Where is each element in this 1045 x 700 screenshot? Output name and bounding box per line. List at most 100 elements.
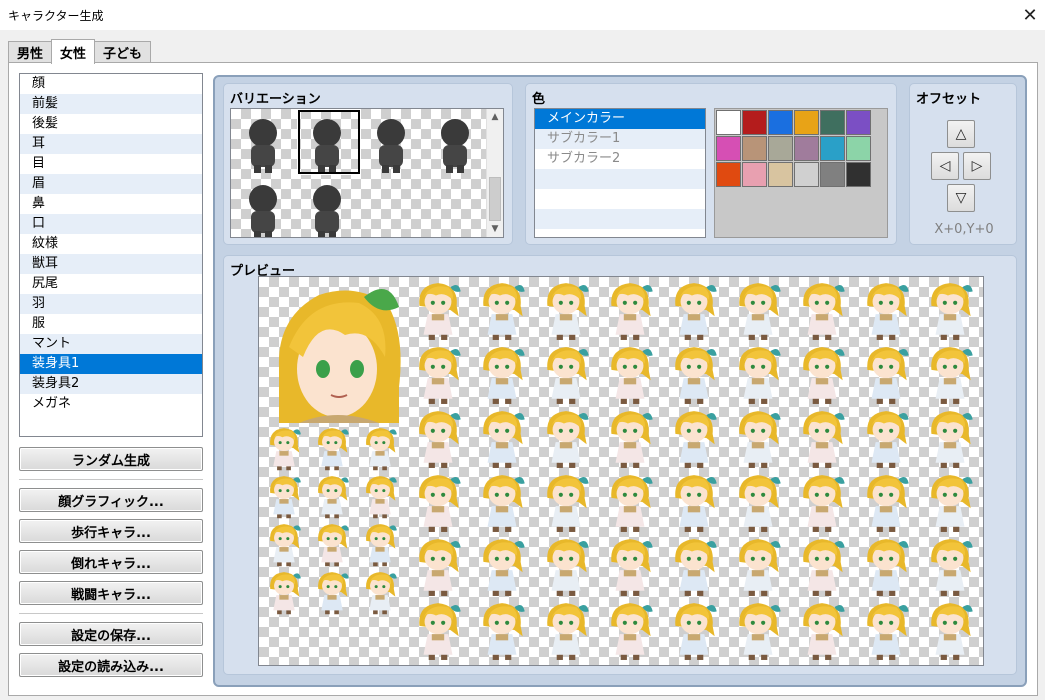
parts-item[interactable]: 顔 [20, 74, 202, 94]
tab-male[interactable]: 男性 [8, 41, 53, 63]
silhouette-icon [377, 119, 405, 173]
color-target-list[interactable]: メインカラー サブカラー1 サブカラー2 [534, 108, 706, 238]
silhouette-icon [249, 119, 277, 173]
variation-item[interactable] [231, 109, 295, 173]
down-character-button[interactable]: 倒れキャラ... [19, 550, 203, 574]
tab-female[interactable]: 女性 [51, 39, 96, 64]
character-sprite [867, 347, 909, 404]
color-swatch[interactable] [820, 136, 845, 161]
parts-item[interactable]: 前髪 [20, 94, 202, 114]
parts-list[interactable]: 顔前髪 後髪耳目眉鼻口紋様 獣耳 尻尾羽服マント 装身具1 装身具2 メガネ [19, 73, 203, 437]
color-swatch[interactable] [846, 162, 871, 187]
color-swatch[interactable] [742, 136, 767, 161]
offset-down-button[interactable]: ▽ [947, 184, 975, 212]
parts-item[interactable]: マント [20, 334, 202, 354]
face-graphic-button[interactable]: 顔グラフィック... [19, 488, 203, 512]
character-sprite [675, 283, 717, 340]
offset-group: オフセット △ ◁ ▷ ▽ X+0,Y+0 [909, 83, 1017, 245]
character-sprite [803, 603, 845, 660]
character-sprite [675, 539, 717, 596]
save-settings-button[interactable]: 設定の保存... [19, 622, 203, 646]
battle-character-button[interactable]: 戦闘キャラ... [19, 581, 203, 605]
character-sprite [483, 411, 525, 468]
character-sprite [419, 539, 461, 596]
parts-item[interactable]: 羽 [20, 294, 202, 314]
character-sprite [547, 411, 589, 468]
scroll-up-icon[interactable]: ▲ [487, 109, 503, 125]
offset-up-button[interactable]: △ [947, 120, 975, 148]
triangle-right-icon: ▷ [971, 158, 983, 174]
character-sprite [419, 411, 461, 468]
variation-item[interactable] [295, 109, 361, 175]
parts-item[interactable]: 後髪 [20, 114, 202, 134]
silhouette-icon [313, 185, 341, 237]
walk-character-button[interactable]: 歩行キャラ... [19, 519, 203, 543]
parts-item[interactable]: 鼻 [20, 194, 202, 214]
color-target-item[interactable] [535, 189, 705, 209]
character-sprite [483, 603, 525, 660]
color-swatch[interactable] [742, 110, 767, 135]
variation-item[interactable] [231, 175, 295, 237]
color-swatch[interactable] [794, 136, 819, 161]
color-swatch[interactable] [846, 110, 871, 135]
triangle-left-icon: ◁ [939, 158, 951, 174]
color-swatch[interactable] [768, 136, 793, 161]
silhouette-icon [249, 185, 277, 237]
parts-item[interactable]: 装身具2 [20, 374, 202, 394]
character-sprite [318, 524, 349, 567]
character-sprite [739, 283, 781, 340]
parts-item[interactable]: 口 [20, 214, 202, 234]
color-swatch[interactable] [768, 162, 793, 187]
color-swatch[interactable] [716, 110, 741, 135]
variation-scrollbar[interactable]: ▲ ▼ [486, 109, 503, 237]
tab-child[interactable]: 子ども [94, 41, 152, 63]
character-sprite [547, 475, 589, 532]
color-swatch[interactable] [768, 110, 793, 135]
color-target-item[interactable]: サブカラー1 [535, 129, 705, 149]
triangle-up-icon: △ [955, 126, 967, 142]
color-group: 色 メインカラー サブカラー1 サブカラー2 [525, 83, 897, 245]
color-target-item[interactable]: サブカラー2 [535, 149, 705, 169]
color-swatch[interactable] [716, 162, 741, 187]
parts-item[interactable]: 装身具1 [20, 354, 202, 374]
parts-item[interactable]: 尻尾 [20, 274, 202, 294]
character-sprite [931, 283, 973, 340]
scroll-down-icon[interactable]: ▼ [487, 221, 503, 237]
character-sprite [611, 539, 653, 596]
scroll-thumb[interactable] [489, 177, 501, 221]
parts-item[interactable]: メガネ [20, 394, 202, 414]
parts-item[interactable]: 眉 [20, 174, 202, 194]
offset-right-button[interactable]: ▷ [963, 152, 991, 180]
variation-item[interactable] [423, 109, 487, 173]
parts-item[interactable]: 獣耳 [20, 254, 202, 274]
character-sprite [803, 539, 845, 596]
load-settings-button[interactable]: 設定の読み込み... [19, 653, 203, 677]
color-swatch[interactable] [794, 110, 819, 135]
color-swatch[interactable] [846, 136, 871, 161]
character-sprite [739, 603, 781, 660]
parts-item[interactable]: 服 [20, 314, 202, 334]
character-sprite [675, 411, 717, 468]
parts-item[interactable]: 耳 [20, 134, 202, 154]
dialog-content: 男性 女性 子ども 顔前髪 後髪耳目眉鼻口紋様 獣耳 尻尾羽服マント 装身具1 装身具2 メ… [0, 30, 1045, 700]
color-target-item[interactable]: メインカラー [535, 109, 705, 129]
variation-list[interactable]: ▲ ▼ [230, 108, 504, 238]
variation-item[interactable] [295, 175, 359, 237]
character-sprite [611, 347, 653, 404]
parts-item[interactable]: 目 [20, 154, 202, 174]
color-swatch[interactable] [716, 136, 741, 161]
offset-left-button[interactable]: ◁ [931, 152, 959, 180]
character-sprite [419, 283, 461, 340]
color-swatch[interactable] [742, 162, 767, 187]
color-swatch[interactable] [820, 162, 845, 187]
random-generate-button[interactable]: ランダム生成 [19, 447, 203, 471]
character-sprite [611, 411, 653, 468]
parts-item[interactable]: 紋様 [20, 234, 202, 254]
variation-item[interactable] [359, 109, 423, 173]
color-swatch[interactable] [820, 110, 845, 135]
close-button[interactable]: ✕ [1015, 0, 1045, 30]
color-target-item[interactable] [535, 169, 705, 189]
color-target-item[interactable] [535, 209, 705, 229]
character-sprite [270, 524, 301, 567]
color-swatch[interactable] [794, 162, 819, 187]
